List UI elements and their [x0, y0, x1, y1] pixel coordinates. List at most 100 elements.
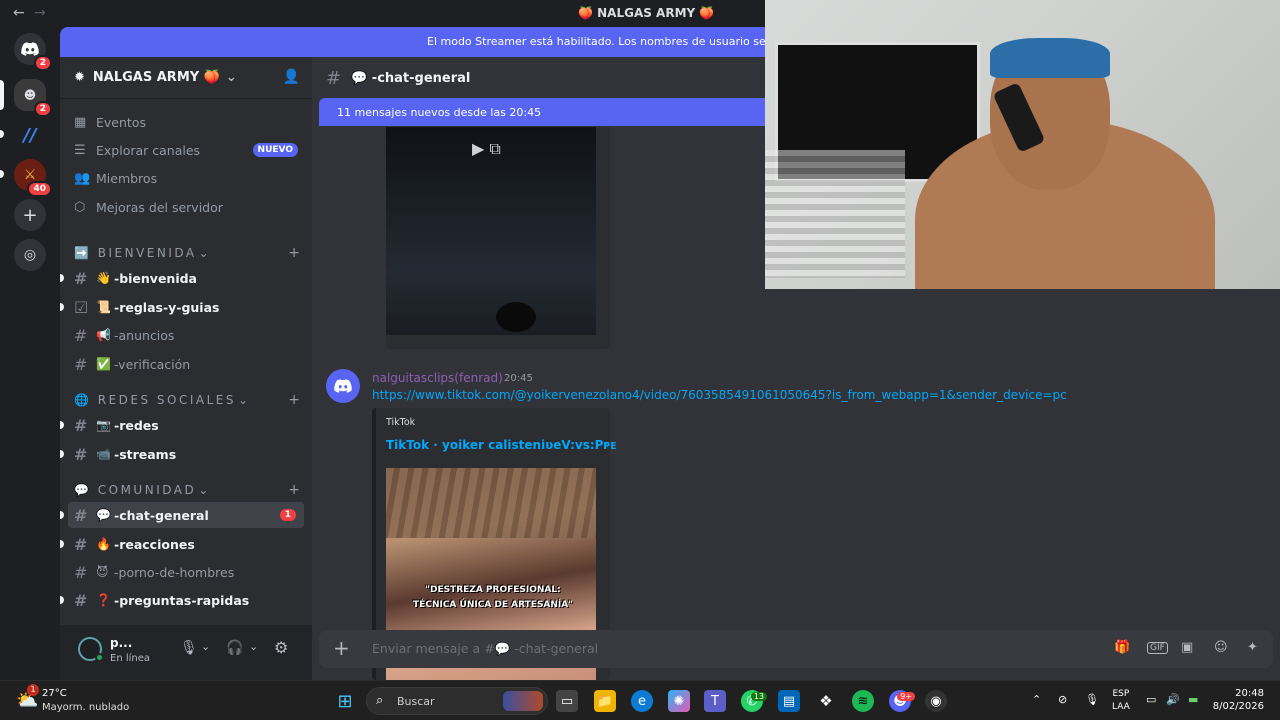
- whatsapp-badge: 13: [750, 692, 767, 701]
- store-icon[interactable]: ▤: [778, 690, 800, 712]
- list-icon: ☰: [74, 142, 86, 158]
- server-blue-slash-icon[interactable]: //: [14, 119, 46, 151]
- channel-verificacion[interactable]: # ✅ -verificación: [68, 351, 304, 377]
- taskbar-search[interactable]: ⌕ Buscar: [366, 687, 548, 715]
- chevron-down-icon[interactable]: ⌄: [201, 640, 210, 653]
- channel-emoji: 📷: [96, 418, 111, 432]
- clock[interactable]: 20:48 8/02/2026: [1212, 687, 1264, 713]
- sidebar-item-miembros[interactable]: 👥 Miembros: [68, 165, 304, 191]
- caption-line-1: "DESTREZA PROFESIONAL:: [425, 585, 561, 595]
- add-server-icon[interactable]: +: [14, 199, 46, 231]
- add-channel-icon[interactable]: +: [288, 482, 300, 498]
- sidebar-item-eventos[interactable]: ▦ Eventos: [68, 109, 304, 135]
- discord-taskbar-icon[interactable]: ☻ 9+: [889, 690, 915, 712]
- invite-people-icon[interactable]: 👤: [283, 69, 300, 85]
- back-arrow-icon[interactable]: ←: [13, 5, 25, 21]
- headphones-icon[interactable]: 🎧: [226, 640, 243, 656]
- tray-mic-icon[interactable]: 🎙: [1085, 693, 1099, 706]
- gift-icon[interactable]: 🎁: [1114, 640, 1130, 655]
- message-composer[interactable]: + Enviar mensaje a #💬 -chat-general 🎁 GI…: [319, 630, 1273, 668]
- category-bienvenida[interactable]: ➡️ BIENVENIDA ⌄ +: [74, 245, 300, 261]
- category-comunidad[interactable]: 💬 COMUNIDAD ⌄ +: [74, 482, 300, 498]
- channel-redes[interactable]: # 📷 -redes: [60, 412, 304, 438]
- channel-anuncios[interactable]: # 📢 -anuncios: [68, 322, 304, 348]
- sidebar-item-label: Miembros: [96, 170, 158, 186]
- battery-icon[interactable]: ▬: [1188, 693, 1198, 706]
- sticker-icon[interactable]: ▣: [1181, 640, 1193, 655]
- embed-provider: TikTok: [386, 417, 416, 428]
- embed-caption: "DESTREZA PROFESIONAL: TÉCNICA ÚNICA DE …: [398, 583, 588, 613]
- edge-icon[interactable]: e: [631, 690, 653, 712]
- copilot-icon[interactable]: ✺: [668, 690, 690, 712]
- forward-arrow-icon[interactable]: →: [34, 5, 46, 21]
- channel-label: -redes: [114, 417, 159, 433]
- windows-start-icon[interactable]: ⊞: [334, 690, 356, 712]
- composer-placeholder[interactable]: Enviar mensaje a #💬 -chat-general: [372, 641, 598, 657]
- new-messages-bar[interactable]: 11 mensajes nuevos desde las 20:45: [319, 98, 779, 126]
- channel-emoji: 📢: [96, 328, 111, 342]
- tray-chevron-icon[interactable]: ⌃: [1032, 693, 1041, 706]
- author-avatar[interactable]: [326, 369, 360, 403]
- play-icon[interactable]: ▶ ⧉: [472, 139, 501, 159]
- hash-icon: #: [74, 590, 88, 610]
- server-list: 2 ☻ 2 // ⚔ 40 + ◎: [0, 27, 60, 680]
- server-avatar-1-icon[interactable]: ☻ 2: [14, 79, 52, 117]
- volume-icon[interactable]: 🔊: [1166, 693, 1180, 706]
- channel-label: -bienvenida: [114, 270, 197, 286]
- person-headband: [990, 38, 1110, 78]
- hash-icon: #: [326, 67, 342, 89]
- channel-chat-general[interactable]: # 💬 -chat-general 1: [60, 502, 304, 528]
- apps-icon[interactable]: ✦: [1247, 640, 1258, 655]
- sidebar-item-mejoras[interactable]: ⬡ Mejoras del servidor: [68, 194, 304, 220]
- unread-dot: [60, 596, 64, 604]
- channel-preguntas-rapidas[interactable]: # ❓ -preguntas-rapidas: [60, 587, 304, 613]
- user-status: En línea: [110, 653, 151, 664]
- boost-icon: ⬡: [74, 199, 86, 215]
- video-attachment[interactable]: ▶ ⧉: [386, 127, 610, 349]
- sidebar-item-explorar[interactable]: ☰ Explorar canales NUEVO: [68, 137, 304, 163]
- add-attachment-icon[interactable]: +: [333, 636, 350, 660]
- user-name[interactable]: p...: [110, 636, 132, 650]
- language-indicator[interactable]: ESP LAA: [1112, 688, 1130, 714]
- channel-bienvenida[interactable]: # 👋 -bienvenida: [60, 265, 304, 291]
- channel-reacciones[interactable]: # 🔥 -reacciones: [60, 531, 304, 557]
- video-thumbnail[interactable]: ▶ ⧉: [386, 127, 596, 335]
- add-channel-icon[interactable]: +: [288, 392, 300, 408]
- embed-title[interactable]: TikTok · yoiker calisteniʋeV:vs:Pᴘᴇ: [386, 438, 617, 452]
- category-label: 💬 COMUNIDAD: [74, 483, 197, 497]
- search-icon: ⌕: [376, 693, 384, 708]
- server-1-badge: 2: [33, 101, 52, 117]
- settings-gear-icon[interactable]: ⚙: [274, 638, 288, 657]
- spotify-icon[interactable]: ≋: [852, 690, 874, 712]
- channel-porno-de-hombres[interactable]: # 😈 -porno-de-hombres: [68, 559, 304, 585]
- background-shelf: [765, 150, 905, 278]
- add-channel-icon[interactable]: +: [288, 245, 300, 261]
- task-view-icon[interactable]: ▭: [556, 690, 578, 712]
- category-redes-sociales[interactable]: 🌐 REDES SOCIALES ⌄ +: [74, 392, 300, 408]
- sidebar-item-label: Explorar canales: [96, 142, 201, 158]
- microphone-icon[interactable]: 🎙: [180, 640, 198, 656]
- lang-line-1: ESP: [1112, 689, 1130, 699]
- hash-icon: #: [74, 505, 88, 525]
- whatsapp-icon[interactable]: ✆ 13: [741, 690, 767, 712]
- teams-icon[interactable]: T: [704, 690, 726, 712]
- chevron-down-icon[interactable]: ⌄: [249, 640, 258, 653]
- message-link[interactable]: https://www.tiktok.com/@yoikervenezolano…: [372, 388, 1067, 402]
- obs-icon[interactable]: ◉: [925, 690, 947, 712]
- file-explorer-icon[interactable]: 📁: [594, 690, 616, 712]
- emoji-icon[interactable]: ☺: [1214, 640, 1228, 655]
- dropbox-icon[interactable]: ❖: [815, 690, 837, 712]
- unread-dot: [60, 511, 64, 519]
- message-author[interactable]: nalguitasclips(fenrad): [372, 371, 503, 385]
- explore-compass-icon[interactable]: ◎: [14, 239, 46, 271]
- tray-app-icon[interactable]: ⊘: [1058, 693, 1067, 706]
- channel-reglas-y-guias[interactable]: ☑ 📜 -reglas-y-guias: [60, 294, 304, 320]
- gif-icon[interactable]: GIF: [1147, 642, 1168, 654]
- guild-header[interactable]: ✹ NALGAS ARMY 🍑 ⌄ 👤: [60, 57, 312, 99]
- weather-badge: 1: [27, 684, 39, 696]
- discord-home-icon[interactable]: 2: [14, 33, 52, 71]
- user-panel: p... En línea 🎙 ⌄ 🎧 ⌄ ⚙: [60, 625, 312, 680]
- channel-streams[interactable]: # 📹 -streams: [60, 441, 304, 467]
- network-icon[interactable]: ▭: [1146, 693, 1156, 706]
- server-nalgas-icon[interactable]: ⚔ 40: [14, 159, 52, 197]
